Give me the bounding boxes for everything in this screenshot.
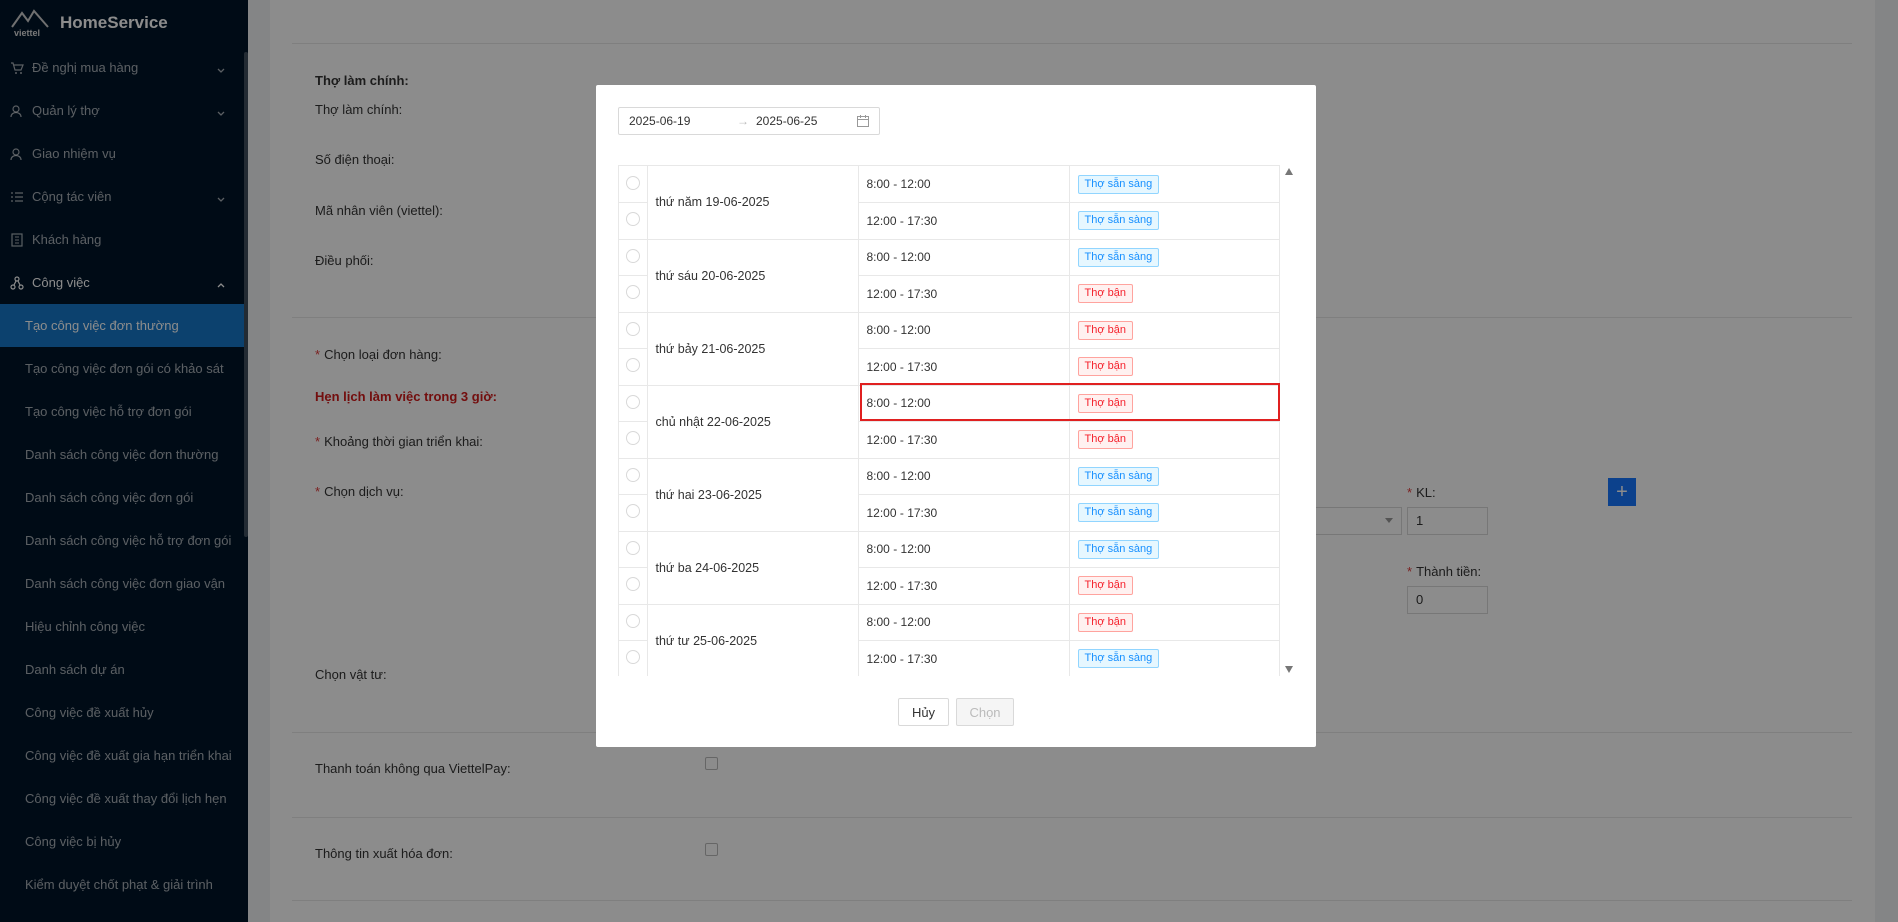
slot-radio[interactable] — [625, 431, 640, 446]
time-slot: 12:00 - 17:30 — [858, 494, 1070, 532]
scroll-up-icon[interactable] — [1285, 168, 1293, 175]
status-badge: Thợ bận — [1077, 430, 1133, 450]
status-cell: Thợ sẵn sàng — [1069, 458, 1280, 495]
date-to[interactable]: 2025-06-25 — [756, 114, 817, 128]
date-from[interactable]: 2025-06-19 — [629, 114, 690, 128]
slot-radio[interactable] — [625, 650, 640, 665]
day-label: thứ tư 25-06-2025 — [647, 604, 859, 676]
slot-table-container: thứ năm 19-06-2025 8:00 - 12:00 Thợ sẵn sà… — [618, 165, 1280, 676]
radio-cell — [619, 275, 648, 313]
day-label: thứ bảy 21-06-2025 — [647, 312, 859, 386]
time-slot: 12:00 - 17:30 — [858, 275, 1070, 313]
status-cell: Thợ bận — [1069, 275, 1280, 313]
time-slot: 12:00 - 17:30 — [858, 421, 1070, 459]
time-slot: 8:00 - 12:00 — [858, 458, 1070, 495]
time-slot: 8:00 - 12:00 — [858, 166, 1070, 203]
radio-cell — [619, 239, 648, 276]
status-badge: Thợ bận — [1077, 284, 1133, 304]
slot-row[interactable]: thứ năm 19-06-2025 8:00 - 12:00 Thợ sẵn sà… — [619, 166, 1280, 240]
radio-cell — [619, 421, 648, 459]
day-label: thứ sáu 20-06-2025 — [647, 239, 859, 313]
slot-radio[interactable] — [625, 212, 640, 227]
status-badge: Thợ bận — [1077, 393, 1133, 413]
time-slot: 8:00 - 12:00 — [858, 604, 1070, 641]
schedule-modal: 2025-06-19 → 2025-06-25 thứ năm 19-06-20… — [596, 85, 1316, 747]
time-slot: 12:00 - 17:30 — [858, 202, 1070, 240]
radio-cell — [619, 312, 648, 349]
status-cell: Thợ sẵn sàng — [1069, 202, 1280, 240]
slot-row[interactable]: thứ tư 25-06-2025 8:00 - 12:00 Thợ bận — [619, 604, 1280, 676]
slot-radio[interactable] — [625, 248, 640, 263]
status-cell: Thợ sẵn sàng — [1069, 166, 1280, 203]
status-badge: Thợ sẵn sàng — [1077, 211, 1160, 231]
time-slot: 8:00 - 12:00 — [858, 385, 1070, 422]
radio-cell — [619, 385, 648, 422]
radio-cell — [619, 348, 648, 386]
radio-cell — [619, 640, 648, 676]
slot-radio[interactable] — [625, 175, 640, 190]
status-cell: Thợ sẵn sàng — [1069, 640, 1280, 676]
status-cell: Thợ sẵn sàng — [1069, 239, 1280, 276]
slot-radio[interactable] — [625, 613, 640, 628]
day-label: thứ hai 23-06-2025 — [647, 458, 859, 532]
status-badge: Thợ bận — [1077, 357, 1133, 377]
status-badge: Thợ sẵn sàng — [1077, 539, 1160, 559]
status-badge: Thợ bận — [1077, 320, 1133, 340]
day-label: thứ ba 24-06-2025 — [647, 531, 859, 605]
status-badge: Thợ bận — [1077, 576, 1133, 596]
slot-radio[interactable] — [625, 540, 640, 555]
cancel-button[interactable]: Hủy — [898, 698, 949, 726]
time-slot: 12:00 - 17:30 — [858, 640, 1070, 676]
slot-radio[interactable] — [625, 504, 640, 519]
time-slot: 12:00 - 17:30 — [858, 348, 1070, 386]
time-slot: 8:00 - 12:00 — [858, 239, 1070, 276]
status-cell: Thợ bận — [1069, 385, 1280, 422]
status-cell: Thợ sẵn sàng — [1069, 531, 1280, 568]
slot-table: thứ năm 19-06-2025 8:00 - 12:00 Thợ sẵn sà… — [619, 166, 1280, 676]
date-range-picker[interactable]: 2025-06-19 → 2025-06-25 — [618, 107, 880, 135]
slot-radio[interactable] — [625, 321, 640, 336]
slot-row[interactable]: thứ bảy 21-06-2025 8:00 - 12:00 Thợ bận — [619, 312, 1280, 386]
slot-row[interactable]: thứ hai 23-06-2025 8:00 - 12:00 Thợ sẵn sà… — [619, 458, 1280, 532]
slot-radio[interactable] — [625, 358, 640, 373]
status-cell: Thợ bận — [1069, 312, 1280, 349]
radio-cell — [619, 202, 648, 240]
radio-cell — [619, 567, 648, 605]
slot-row[interactable]: thứ ba 24-06-2025 8:00 - 12:00 Thợ sẵn sàn… — [619, 531, 1280, 605]
slot-radio[interactable] — [625, 394, 640, 409]
status-cell: Thợ bận — [1069, 604, 1280, 641]
slot-radio[interactable] — [625, 467, 640, 482]
time-slot: 8:00 - 12:00 — [858, 531, 1070, 568]
slot-radio[interactable] — [625, 577, 640, 592]
radio-cell — [619, 604, 648, 641]
radio-cell — [619, 494, 648, 532]
slot-row[interactable]: chủ nhật 22-06-2025 8:00 - 12:00 Thợ bận — [619, 385, 1280, 459]
radio-cell — [619, 166, 648, 203]
status-cell: Thợ sẵn sàng — [1069, 494, 1280, 532]
radio-cell — [619, 531, 648, 568]
status-badge: Thợ bận — [1077, 612, 1133, 632]
status-cell: Thợ bận — [1069, 348, 1280, 386]
status-badge: Thợ sẵn sàng — [1077, 649, 1160, 669]
arrow-icon: → — [737, 114, 749, 128]
slot-row[interactable]: thứ sáu 20-06-2025 8:00 - 12:00 Thợ sẵn sà… — [619, 239, 1280, 313]
day-label: chủ nhật 22-06-2025 — [647, 385, 859, 459]
status-cell: Thợ bận — [1069, 421, 1280, 459]
status-badge: Thợ sẵn sàng — [1077, 174, 1160, 194]
status-cell: Thợ bận — [1069, 567, 1280, 605]
time-slot: 8:00 - 12:00 — [858, 312, 1070, 349]
status-badge: Thợ sẵn sàng — [1077, 503, 1160, 523]
calendar-icon — [857, 115, 869, 127]
day-label: thứ năm 19-06-2025 — [647, 166, 859, 240]
radio-cell — [619, 458, 648, 495]
select-button[interactable]: Chọn — [956, 698, 1014, 726]
scroll-down-icon[interactable] — [1285, 666, 1293, 673]
slot-radio[interactable] — [625, 285, 640, 300]
table-scrollbar[interactable] — [1282, 165, 1296, 676]
status-badge: Thợ sẵn sàng — [1077, 466, 1160, 486]
time-slot: 12:00 - 17:30 — [858, 567, 1070, 605]
status-badge: Thợ sẵn sàng — [1077, 247, 1160, 267]
